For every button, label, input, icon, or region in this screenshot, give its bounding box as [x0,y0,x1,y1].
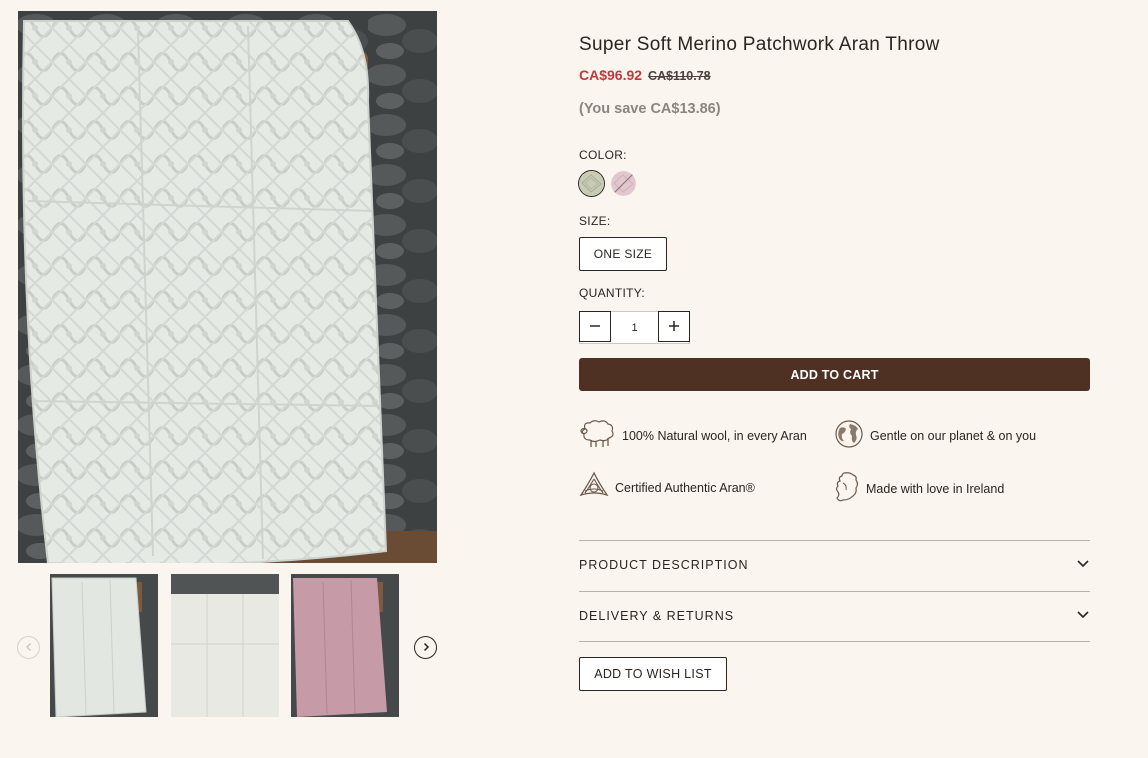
accordion-label: PRODUCT DESCRIPTION [579,558,749,572]
ireland-map-icon [834,471,860,506]
quantity-label: QUANTITY: [579,286,646,300]
quantity-stepper [579,311,690,344]
chevron-down-icon [1076,558,1090,572]
color-swatch-pink[interactable] [611,171,636,196]
sale-price: CA$96.92 [579,67,643,83]
sheep-icon [579,419,616,452]
gallery-prev-button[interactable] [17,636,40,659]
chevron-right-icon [421,639,431,657]
quantity-input[interactable] [611,312,658,343]
globe-icon [834,419,864,452]
add-to-cart-button[interactable]: ADD TO CART [579,358,1090,391]
original-price: CA$110.78 [648,69,711,83]
minus-icon [589,316,601,337]
divider [579,641,1090,642]
thumbnail-1[interactable] [50,574,158,717]
celtic-knot-icon [579,471,609,504]
feature-text: 100% Natural wool, in every Aran [622,428,807,443]
size-label: SIZE: [579,214,611,228]
size-option-one-size[interactable]: ONE SIZE [579,237,667,271]
quantity-decrease-button[interactable] [579,311,611,342]
thumbnail-2[interactable] [171,574,279,717]
feature-natural-wool: 100% Natural wool, in every Aran [579,419,807,452]
feature-text: Made with love in Ireland [866,481,1005,496]
feature-certified: Certified Authentic Aran® [579,471,755,504]
savings-text: (You save CA$13.86) [579,101,721,117]
color-swatch-natural[interactable] [579,171,604,196]
chevron-down-icon [1076,609,1090,623]
accordion-product-description[interactable]: PRODUCT DESCRIPTION [579,540,1090,590]
plus-icon [668,316,680,337]
color-label: COLOR: [579,148,627,162]
gallery-next-button[interactable] [414,636,437,659]
accordion-delivery-returns[interactable]: DELIVERY & RETURNS [579,591,1090,641]
price-row: CA$96.92 CA$110.78 [579,67,711,83]
product-title: Super Soft Merino Patchwork Aran Throw [579,34,940,55]
quantity-increase-button[interactable] [658,311,690,342]
add-to-wishlist-button[interactable]: ADD TO WISH LIST [579,657,727,691]
accordion-label: DELIVERY & RETURNS [579,609,735,623]
feature-ireland: Made with love in Ireland [834,471,1004,506]
main-product-image[interactable] [18,11,437,563]
feature-planet: Gentle on our planet & on you [834,419,1036,452]
chevron-left-icon [24,639,34,657]
thumbnail-3[interactable] [291,574,399,717]
feature-text: Gentle on our planet & on you [870,428,1037,443]
feature-text: Certified Authentic Aran® [615,480,755,495]
